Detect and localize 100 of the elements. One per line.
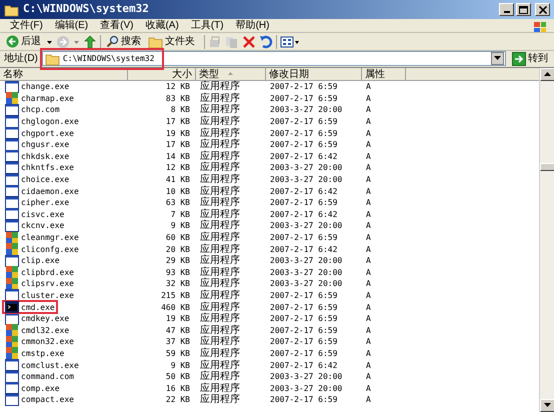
file-name-cell[interactable]: compact.exe (2, 392, 77, 407)
attribute-cell-text: A (365, 324, 372, 336)
program-window-icon (5, 185, 19, 198)
forward-icon[interactable] (56, 34, 70, 48)
file-name-cell[interactable]: clipbrd.exe (2, 265, 77, 280)
menu-item[interactable]: 文件(F) (4, 18, 49, 33)
file-name-cell[interactable]: ckcnv.exe (2, 218, 68, 233)
file-name: command.com (21, 371, 74, 382)
folders-button[interactable]: 文件夹 (146, 34, 197, 50)
close-icon (538, 6, 546, 14)
file-name-cell[interactable]: cmstp.exe (2, 346, 68, 360)
size-cell-text: 17 KB (164, 139, 191, 150)
go-button[interactable]: 转到 (510, 50, 550, 66)
date-cell-text: 2007-2-17 6:59 (269, 197, 338, 208)
file-name-cell[interactable]: chgusr.exe (2, 138, 72, 152)
file-name: cmstp.exe (21, 348, 64, 359)
size-cell-text: 19 KB (164, 128, 191, 139)
program-window-icon (5, 116, 19, 128)
back-button[interactable]: 后退 (4, 34, 43, 50)
file-name-cell[interactable]: cmdl32.exe (2, 323, 72, 338)
attribute-cell-text: A (365, 360, 372, 371)
file-name-cell[interactable]: clipsrv.exe (2, 276, 77, 291)
scroll-thumb[interactable] (540, 163, 554, 171)
close-button[interactable] (535, 3, 550, 16)
file-name-cell[interactable]: cisvc.exe (2, 207, 68, 222)
size-cell-text: 215 KB (160, 290, 191, 301)
attribute-cell-text: A (365, 128, 372, 139)
attribute-cell-text: A (365, 336, 372, 348)
date-cell-text: 2007-2-17 6:42 (269, 360, 338, 371)
dropdown-button[interactable] (491, 52, 504, 65)
views-icon[interactable] (280, 34, 300, 48)
date-cell-text: 2007-2-17 6:59 (269, 290, 338, 301)
scroll-up-button[interactable] (540, 68, 554, 81)
file-name-cell[interactable]: command.com (2, 370, 77, 384)
file-name: cmdl32.exe (21, 324, 70, 336)
file-name-cell[interactable]: clip.exe (2, 254, 63, 268)
scroll-down-button[interactable] (540, 399, 554, 412)
size-cell-text: 47 KB (164, 324, 191, 336)
date-cell-text: 2007-2-17 6:59 (269, 81, 338, 92)
type-cell-text: 应用程序 (199, 162, 241, 174)
date-cell-text: 2007-2-17 6:42 (269, 208, 338, 220)
file-name-cell[interactable]: cmdkey.exe (2, 312, 72, 326)
file-name-cell[interactable]: chglogon.exe (2, 114, 82, 129)
menu-item[interactable]: 编辑(E) (48, 18, 94, 33)
file-name-cell[interactable]: comp.exe (2, 381, 63, 396)
file-name: chcp.com (21, 104, 60, 116)
date-cell-text: 2003-3-27 20:00 (269, 266, 344, 278)
scrollbar[interactable] (539, 68, 554, 412)
menu-item[interactable]: 收藏(A) (139, 18, 185, 33)
search-button[interactable]: 搜索 (104, 34, 143, 50)
menu-item[interactable]: 帮助(H) (230, 18, 276, 33)
delete-icon[interactable] (242, 34, 256, 48)
file-name: compact.exe (21, 394, 74, 406)
column-header[interactable]: 修改日期 (266, 68, 362, 81)
program-window-icon (5, 370, 19, 383)
file-name-cell[interactable]: cleanmgr.exe (2, 230, 82, 245)
file-name-cell[interactable]: charmap.exe (2, 91, 77, 106)
size-cell-text: 460 KB (160, 302, 191, 313)
minimize-button[interactable] (499, 3, 514, 16)
file-name-cell[interactable]: cipher.exe (2, 196, 72, 210)
date-cell-text: 2007-2-17 6:59 (269, 139, 338, 150)
file-name-cell[interactable]: change.exe (2, 80, 72, 94)
size-cell-text: 32 KB (164, 278, 191, 290)
type-cell-text: 应用程序 (199, 197, 241, 208)
date-cell-text: 2007-2-17 6:42 (269, 244, 338, 255)
program-icon (5, 278, 19, 290)
attribute-cell-text: A (365, 186, 372, 197)
type-cell-text: 应用程序 (199, 208, 241, 220)
file-name-cell[interactable]: cluster.exe (2, 288, 77, 302)
attribute-cell-text: A (365, 139, 372, 150)
file-name-cell[interactable]: cmmon32.exe (2, 334, 77, 349)
size-cell-text: 8 KB (170, 104, 191, 116)
type-cell-text: 应用程序 (199, 360, 241, 371)
column-header[interactable]: 大小 (128, 68, 196, 81)
undo-icon[interactable] (259, 34, 273, 48)
menu-item[interactable]: 查看(V) (94, 18, 140, 33)
file-name-cell[interactable]: chcp.com (2, 102, 63, 117)
file-name: cmmon32.exe (21, 336, 74, 348)
file-name-cell[interactable]: chgport.exe (2, 126, 77, 140)
size-cell-text: 7 KB (170, 208, 191, 220)
menu-item[interactable]: 工具(T) (184, 18, 230, 33)
file-name: cluster.exe (21, 290, 74, 301)
file-name-cell[interactable]: choice.exe (2, 172, 72, 187)
file-name-cell[interactable]: cidaemon.exe (2, 184, 82, 198)
type-cell-text: 应用程序 (199, 150, 241, 162)
column-header[interactable]: 属性 (362, 68, 406, 81)
type-cell-text: 应用程序 (199, 382, 241, 394)
attribute-cell-text: A (365, 208, 372, 220)
file-name-cell[interactable]: cliconfg.exe (2, 242, 82, 256)
type-cell-text: 应用程序 (199, 302, 241, 313)
program-window-icon (5, 289, 19, 302)
column-header[interactable]: 类型 (196, 68, 266, 81)
file-name-cell[interactable]: comclust.exe (2, 358, 82, 372)
file-name-cell[interactable]: chkdsk.exe (2, 149, 72, 164)
size-cell-text: 14 KB (164, 150, 191, 162)
up-arrow-icon[interactable] (83, 34, 97, 48)
maximize-button[interactable] (516, 3, 531, 16)
file-name-cell[interactable]: cmd.exe (2, 300, 58, 314)
file-name-cell[interactable]: chkntfs.exe (2, 160, 77, 175)
size-cell-text: 50 KB (164, 371, 191, 382)
